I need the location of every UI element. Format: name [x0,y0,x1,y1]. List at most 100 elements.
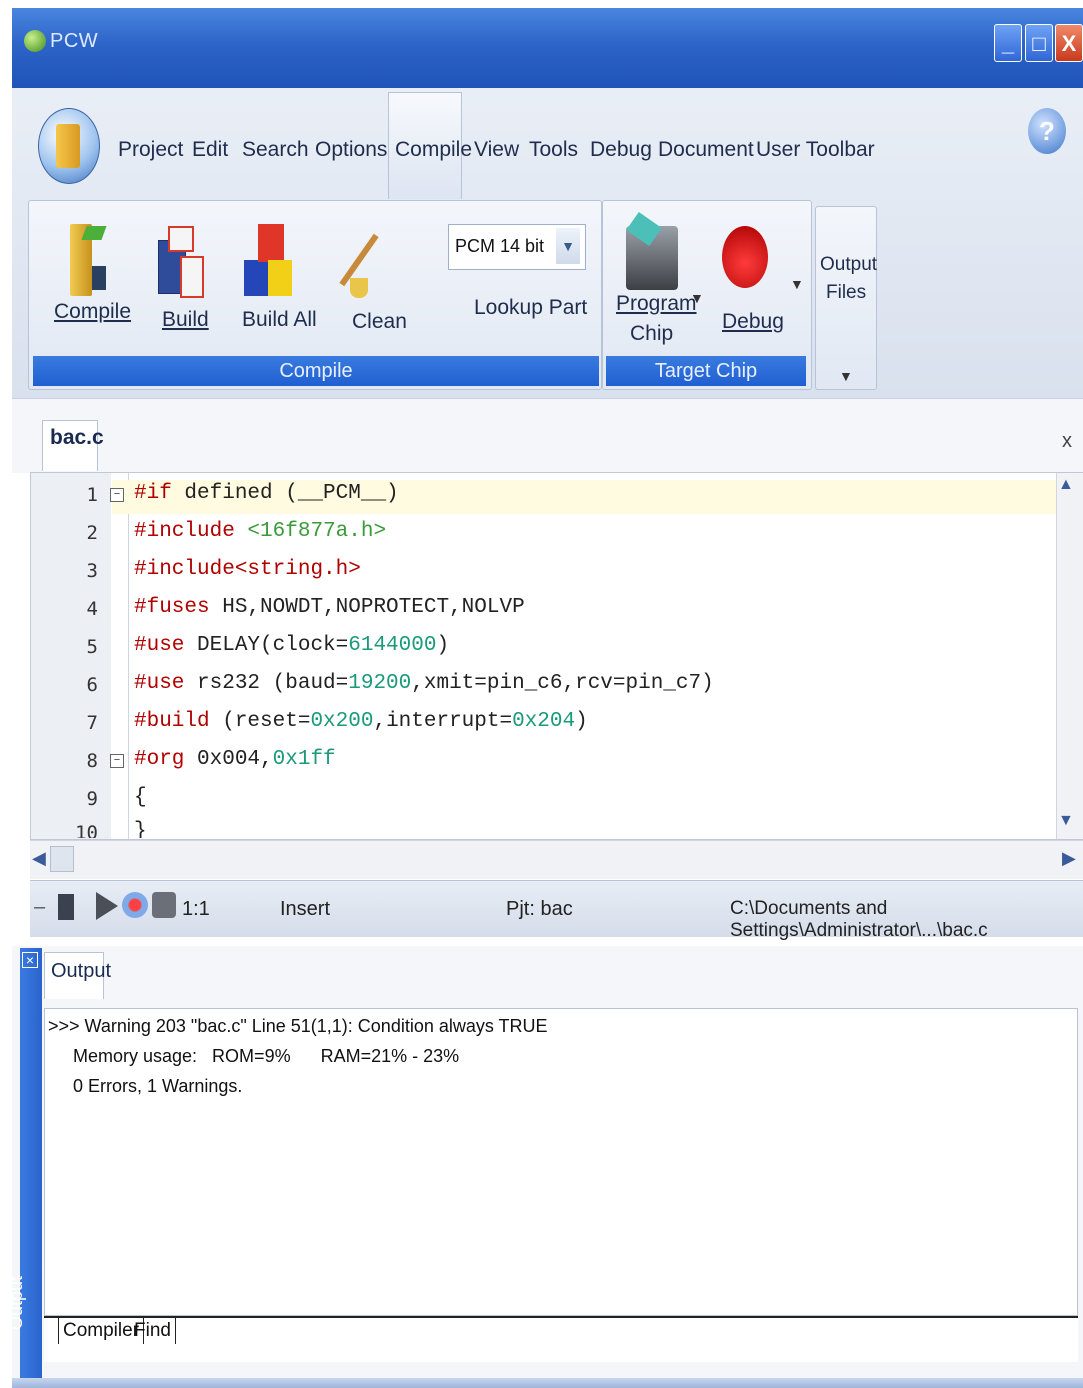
scroll-thumb[interactable] [50,846,74,872]
code-line-1: #if defined (__PCM__) [134,482,399,505]
code-number: 6144000 [348,634,437,657]
title-bar [12,8,1083,88]
output-line: 0 Errors, 1 Warnings. [48,1076,243,1096]
line-number: 4 [86,598,98,620]
tab-user-toolbar[interactable]: User Toolbar [756,138,875,162]
record-macro-icon[interactable] [122,892,148,918]
code-text: ,xmit=pin_c6,rcv=pin_c7) [411,672,714,695]
fold-guide [128,473,129,839]
code-text: ) [436,634,450,657]
directive: #use [134,634,185,657]
build-all-button[interactable]: Build All [242,308,317,332]
line-number: 2 [86,522,98,544]
tab-options[interactable]: Options [315,138,387,162]
code-text: HS,NOWDT,NOPROTECT,NOLVP [209,596,525,619]
tab-view[interactable]: View [474,138,519,162]
broom-head-icon [350,278,368,298]
line-number: 5 [86,636,98,658]
tab-document[interactable]: Document [658,138,754,162]
maximize-button[interactable]: □ [1025,24,1053,62]
play-macro-icon[interactable] [96,892,118,920]
build-icon-block [180,256,204,298]
output-files-dropdown-icon[interactable]: ▼ [839,368,853,384]
clean-button[interactable]: Clean [352,310,407,334]
directive: #if [134,482,172,505]
code-text: 0x004, [184,748,273,771]
help-icon[interactable]: ? [1028,108,1066,154]
build-button[interactable]: Build [162,308,209,332]
scroll-right-icon[interactable]: ▶ [1062,848,1076,869]
close-panel-icon[interactable]: × [22,952,38,968]
bookmark-icon[interactable] [58,894,74,920]
build-all-icon[interactable] [244,260,268,296]
chevron-down-icon[interactable]: ▼ [556,228,580,264]
horizontal-scrollbar[interactable] [30,840,1083,879]
vertical-scrollbar[interactable] [1056,473,1083,839]
output-line: >>> Warning 203 "bac.c" Line 51(1,1): Co… [48,1016,548,1036]
directive: #org [134,748,185,771]
stop-macro-icon[interactable] [152,892,176,918]
ladybug-icon[interactable] [722,226,768,288]
code-line-6: #use rs232 (baud=19200,xmit=pin_c6,rcv=p… [134,672,714,695]
tab-compile[interactable]: Compile [395,138,472,162]
close-tab-icon[interactable]: x [1062,430,1072,453]
output-tab-label: Output [51,960,112,982]
lookup-part-button[interactable]: Lookup Part [474,296,587,320]
window-title: PCW [50,30,99,52]
line-number: 8 [86,750,98,772]
output-files-label-line2: Files [826,282,867,303]
line-number: 1 [86,484,98,506]
app-logo-icon [24,30,46,52]
file-path: C:\Documents and Settings\Administrator\… [730,898,988,941]
program-chip-button[interactable]: Program [616,292,697,316]
fold-collapse-icon[interactable]: − [110,754,124,768]
edit-mode: Insert [280,898,331,920]
line-number: 6 [86,674,98,696]
directive: #build [134,710,210,733]
code-line-4: #fuses HS,NOWDT,NOPROTECT,NOLVP [134,596,525,619]
tab-find[interactable]: Find [130,1318,176,1344]
tab-tools[interactable]: Tools [529,138,578,162]
target-chip-group-label: Target Chip [606,356,806,386]
code-line-10: } [134,820,147,838]
debug-button[interactable]: Debug [722,310,784,334]
line-number: 3 [86,560,98,582]
cursor-position: 1:1 [182,898,210,920]
tab-debug[interactable]: Debug [590,138,652,162]
program-chip-label-line2: Chip [630,322,674,345]
code-number: 19200 [348,672,412,695]
fold-collapse-icon[interactable]: − [110,488,124,502]
directive: #fuses [134,596,210,619]
scroll-left-icon[interactable]: ◀ [32,848,46,869]
folder-icon [56,124,80,168]
code-number: 0x200 [310,710,374,733]
compile-button[interactable]: Compile [54,300,131,324]
tab-edit[interactable]: Edit [192,138,228,162]
build-all-icon-block [268,260,292,296]
line-number: 7 [86,712,98,734]
code-line-3: #include<string.h> [134,558,361,581]
minimize-button[interactable]: _ [994,24,1022,62]
code-line-2: #include <16f877a.h> [134,520,386,543]
output-sidebar-label: Output [6,1275,26,1330]
code-line-9: { [134,786,147,809]
code-text: <string.h> [234,558,361,581]
tab-search[interactable]: Search [242,138,309,162]
debug-dropdown-icon[interactable]: ▼ [790,276,804,292]
code-line-8: #org 0x004,0x1ff [134,748,336,771]
output-files-label-line1[interactable]: Output [820,254,877,276]
code-number: 0x1ff [272,748,336,771]
code-text: <16f877a.h> [234,520,387,543]
close-window-button[interactable]: X [1055,24,1083,62]
code-line-5: #use DELAY(clock=6144000) [134,634,449,657]
tab-project[interactable]: Project [118,138,183,162]
scroll-up-icon[interactable]: ▲ [1058,476,1074,494]
scroll-down-icon[interactable]: ▼ [1058,812,1074,830]
compile-icon-detail [92,266,106,290]
minus-icon[interactable]: – [34,896,45,919]
code-text: ,interrupt= [373,710,513,733]
editor-tab-strip [12,398,1083,473]
program-dropdown-icon[interactable]: ▼ [690,290,704,306]
line-number: 9 [86,788,98,810]
window-bottom-edge [12,1378,1083,1388]
